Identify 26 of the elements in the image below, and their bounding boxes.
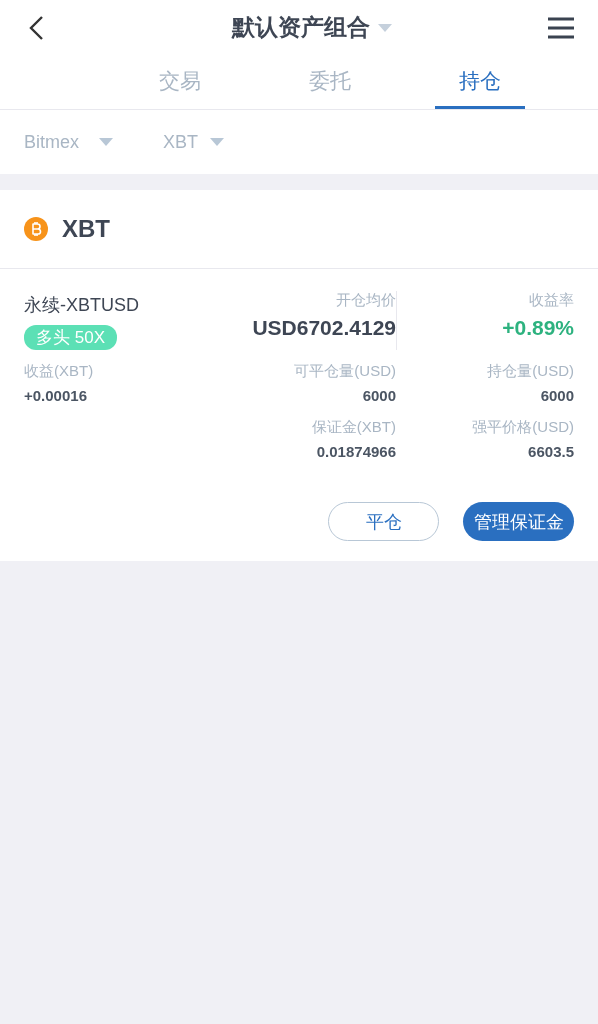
stat-value: 6000 xyxy=(362,387,396,404)
stat-value: 6000 xyxy=(540,387,574,404)
bitcoin-icon xyxy=(24,217,48,241)
stat-label: 开仓均价 xyxy=(336,291,396,310)
stat-label: 保证金(XBT) xyxy=(311,418,396,437)
stat-label: 持仓量(USD) xyxy=(487,362,574,381)
contract-name: 永续-XBTUSD xyxy=(24,294,140,317)
manage-margin-button[interactable]: 管理保证金 xyxy=(463,502,574,541)
menu-icon[interactable] xyxy=(548,16,574,39)
page-title[interactable]: 默认资产组合 xyxy=(232,12,370,43)
dropdown-caret-icon[interactable] xyxy=(378,23,392,32)
stat-label: 收益(XBT) xyxy=(24,362,95,381)
stat-label: 强平价格(USD) xyxy=(472,418,574,437)
position-badge: 多头 50X xyxy=(24,325,117,350)
close-position-button[interactable]: 平仓 xyxy=(328,502,439,541)
caret-icon[interactable] xyxy=(210,138,225,146)
stat-label: 可平仓量(USD) xyxy=(294,362,396,381)
stat-label: 收益率 xyxy=(529,291,574,310)
caret-icon[interactable] xyxy=(99,138,113,146)
asset-name: XBT xyxy=(62,215,110,243)
stat-value: 0.01874966 xyxy=(316,443,396,460)
stat-value: +0.00016 xyxy=(24,387,88,404)
stat-value: +0.89% xyxy=(502,316,574,340)
stat-value: USD6702.4129 xyxy=(252,316,396,340)
stat-value: 6603.5 xyxy=(528,443,574,460)
back-icon[interactable] xyxy=(28,14,44,41)
